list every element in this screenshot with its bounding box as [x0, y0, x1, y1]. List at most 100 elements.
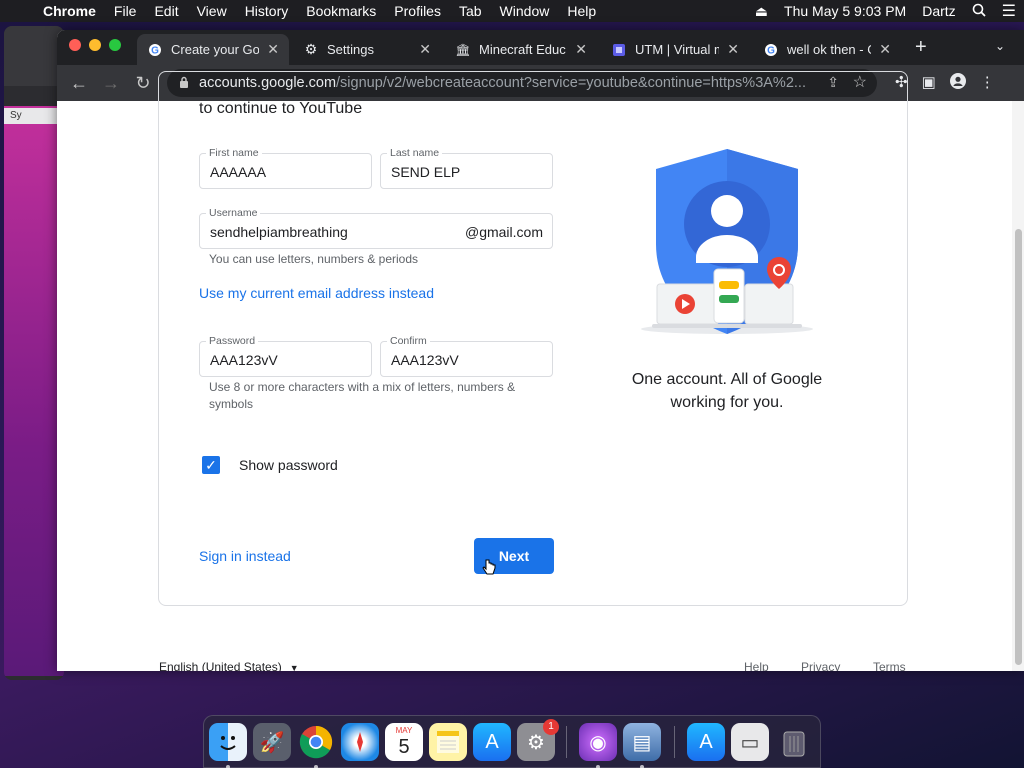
reload-icon[interactable]: ↻	[127, 73, 159, 94]
close-tab-icon[interactable]: ✕	[267, 41, 279, 58]
username-label: Username	[206, 207, 261, 219]
more-menu-icon[interactable]: ⋮	[980, 73, 995, 93]
footer-terms-link[interactable]: Terms	[873, 660, 906, 671]
app-store-icon[interactable]: A	[473, 723, 511, 761]
dock-separator	[566, 726, 567, 758]
last-name-field[interactable]: Last name SEND ELP	[380, 147, 553, 189]
password-hint: Use 8 or more characters with a mix of l…	[209, 380, 516, 411]
safari-compass-icon[interactable]	[341, 723, 379, 761]
trash-icon[interactable]	[775, 723, 813, 761]
tab-title: Create your Go	[171, 42, 260, 57]
menu-profiles[interactable]: Profiles	[385, 0, 450, 22]
scrollbar-thumb[interactable]	[1015, 229, 1022, 665]
spotlight-search-icon[interactable]	[964, 3, 994, 20]
tab-title: UTM | Virtual m	[635, 42, 720, 57]
tagline: One account. All of Google working for y…	[617, 368, 837, 414]
calendar-month: MAY	[395, 726, 413, 735]
google-icon: G	[147, 42, 163, 58]
first-name-value: AAAAAA	[210, 164, 267, 180]
background-window-label: Sy	[4, 108, 64, 124]
footer-help-link[interactable]: Help	[744, 660, 769, 671]
close-tab-icon[interactable]: ✕	[727, 41, 739, 58]
menu-window[interactable]: Window	[491, 0, 559, 22]
first-name-field[interactable]: First name AAAAAA	[199, 147, 372, 189]
footer-privacy-link[interactable]: Privacy	[801, 660, 840, 671]
tab-title: Settings	[327, 42, 374, 57]
forward-arrow-icon[interactable]: →	[95, 73, 127, 94]
tab-settings[interactable]: ⚙ Settings ✕	[293, 34, 441, 65]
username-field[interactable]: Username sendhelpiambreathing @gmail.com	[199, 207, 553, 249]
hand-cursor-icon	[482, 559, 496, 575]
use-current-email-link[interactable]: Use my current email address instead	[199, 285, 434, 301]
first-name-label: First name	[206, 147, 262, 159]
last-name-value: SEND ELP	[391, 164, 461, 180]
language-selector[interactable]: English (United States) ▼	[159, 660, 299, 671]
svg-text:G: G	[767, 45, 775, 56]
utm-app-icon[interactable]: ◉	[579, 723, 617, 761]
tab-strip: G Create your Go ✕ ⚙ Settings ✕ 🏛 Minecr…	[57, 30, 1024, 65]
launchpad-rocket-icon[interactable]: 🚀	[253, 723, 291, 761]
menu-file[interactable]: File	[105, 0, 146, 22]
confirm-label: Confirm	[387, 335, 430, 347]
username-hint: You can use letters, numbers & periods	[209, 252, 419, 266]
preview-icon[interactable]: ▤	[623, 723, 661, 761]
page-content: to continue to YouTube First name AAAAAA…	[57, 71, 1024, 671]
macos-menu-bar: Chrome File Edit View History Bookmarks …	[0, 0, 1024, 22]
tab-well-ok-then[interactable]: G well ok then - G ✕	[753, 34, 901, 65]
finder-icon[interactable]	[209, 723, 247, 761]
close-window-button[interactable]	[69, 39, 81, 51]
tab-minecraft[interactable]: 🏛 Minecraft Educ ✕	[445, 34, 597, 65]
gmail-suffix: @gmail.com	[464, 224, 543, 240]
username-value: sendhelpiambreathing	[210, 224, 348, 240]
close-tab-icon[interactable]: ✕	[879, 41, 891, 58]
calendar-day: 5	[398, 736, 410, 758]
password-label: Password	[206, 335, 259, 347]
document-icon[interactable]: ▭	[731, 723, 769, 761]
minimize-window-button[interactable]	[89, 39, 101, 51]
show-password-checkbox[interactable]: ✓	[202, 456, 220, 474]
macos-dock: 🚀 MAY 5 A ⚙ 1 ◉ ▤ A ▭	[203, 715, 821, 768]
menu-help[interactable]: Help	[558, 0, 605, 22]
password-field[interactable]: Password AAA123vV	[199, 335, 372, 377]
close-tab-icon[interactable]: ✕	[575, 41, 587, 58]
tab-title: well ok then - G	[787, 42, 872, 57]
calendar-icon[interactable]: MAY 5	[385, 723, 423, 761]
back-arrow-icon[interactable]: ←	[63, 73, 95, 94]
page-subtitle: to continue to YouTube	[199, 100, 363, 117]
side-panel-icon[interactable]: ▣	[922, 73, 936, 93]
menu-view[interactable]: View	[188, 0, 236, 22]
sign-in-instead-link[interactable]: Sign in instead	[199, 548, 291, 564]
new-tab-icon[interactable]: +	[915, 36, 927, 59]
window-controls	[69, 39, 121, 51]
tab-utm[interactable]: UTM | Virtual m ✕	[601, 34, 749, 65]
menubar-datetime[interactable]: Thu May 5 9:03 PM	[776, 3, 914, 19]
tab-title: Minecraft Educ	[479, 42, 566, 57]
menu-app-name[interactable]: Chrome	[34, 0, 105, 22]
show-password-label[interactable]: Show password	[239, 457, 338, 473]
system-preferences-gear-icon[interactable]: ⚙ 1	[517, 719, 559, 761]
chrome-icon[interactable]	[297, 723, 335, 761]
caret-down-icon: ▼	[289, 663, 299, 671]
profile-avatar-icon[interactable]	[949, 73, 966, 93]
menu-history[interactable]: History	[236, 0, 298, 22]
museum-icon: 🏛	[455, 42, 471, 57]
dock-separator	[674, 726, 675, 758]
tab-search-chevron-icon[interactable]: ⌄	[995, 39, 1005, 53]
confirm-password-field[interactable]: Confirm AAA123vV	[380, 335, 553, 377]
menu-tab[interactable]: Tab	[450, 0, 491, 22]
confirm-value: AAA123vV	[391, 352, 459, 368]
background-window[interactable]: Sy	[4, 26, 64, 680]
control-center-icon[interactable]: ☰	[994, 1, 1024, 21]
close-tab-icon[interactable]: ✕	[419, 41, 431, 58]
menu-edit[interactable]: Edit	[145, 0, 187, 22]
notes-icon[interactable]	[429, 723, 467, 761]
svg-text:G: G	[151, 45, 159, 56]
page-scrollbar[interactable]	[1012, 101, 1024, 671]
maximize-window-button[interactable]	[109, 39, 121, 51]
menu-bookmarks[interactable]: Bookmarks	[297, 0, 385, 22]
eject-icon[interactable]: ⏏	[747, 3, 776, 20]
tab-create-account[interactable]: G Create your Go ✕	[137, 34, 289, 65]
app-store-folder-icon[interactable]: A	[687, 723, 725, 761]
menubar-user[interactable]: Dartz	[914, 3, 963, 19]
tagline-line-1: One account. All of Google	[631, 371, 823, 388]
